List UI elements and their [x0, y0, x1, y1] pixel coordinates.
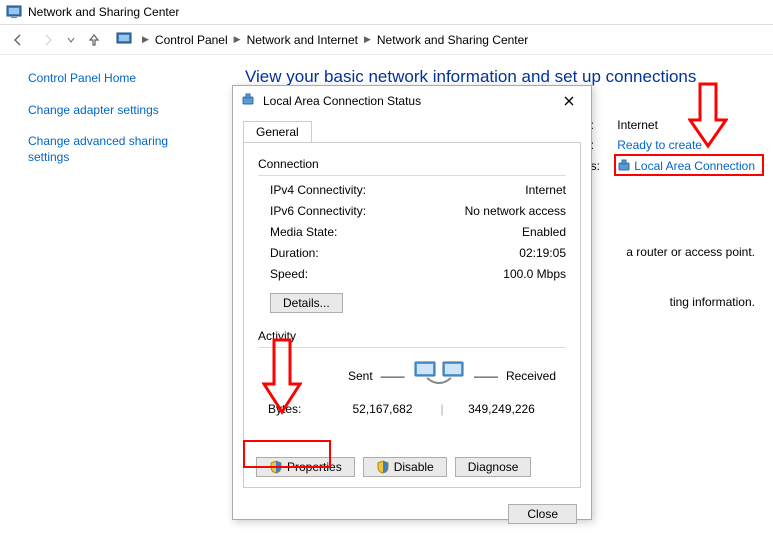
sidebar-item-adapter-settings[interactable]: Change adapter settings	[28, 103, 205, 119]
duration-value: 02:19:05	[519, 243, 566, 264]
details-button[interactable]: Details...	[270, 293, 343, 313]
duration-label: Duration:	[270, 243, 319, 264]
up-button[interactable]	[82, 28, 106, 52]
activity-group: Activity Sent —— —— Received	[256, 325, 568, 424]
activity-group-label: Activity	[258, 329, 566, 343]
window-title: Network and Sharing Center	[28, 5, 179, 19]
diagnose-button[interactable]: Diagnose	[455, 457, 532, 477]
breadcrumb[interactable]: ▶ Control Panel ▶ Network and Internet ▶…	[114, 28, 530, 52]
sent-bytes: 52,167,682	[328, 402, 437, 416]
dialog-titlebar: Local Area Connection Status	[233, 86, 591, 116]
network-center-icon	[116, 31, 134, 49]
connection-group-label: Connection	[258, 157, 566, 171]
back-button[interactable]	[6, 28, 30, 52]
callout-arrow-icon	[688, 82, 728, 150]
ipv4-label: IPv4 Connectivity:	[270, 180, 366, 201]
dialog-tabs: General	[233, 116, 591, 142]
callout-box	[243, 440, 331, 468]
close-icon[interactable]	[555, 89, 583, 113]
shield-icon	[376, 460, 390, 474]
speed-value: 100.0 Mbps	[503, 264, 566, 285]
text-snippet: a router or access point.	[626, 245, 755, 259]
disable-button[interactable]: Disable	[363, 457, 447, 477]
dialog-title: Local Area Connection Status	[263, 94, 555, 108]
sidebar-item-home[interactable]: Control Panel Home	[28, 71, 205, 87]
network-center-icon	[6, 4, 22, 20]
ipv6-label: IPv6 Connectivity:	[270, 201, 366, 222]
disable-button-label: Disable	[394, 460, 434, 474]
ipv4-value: Internet	[525, 180, 566, 201]
crumb-network-sharing[interactable]: Network and Sharing Center	[377, 33, 528, 47]
crumb-control-panel[interactable]: Control Panel	[155, 33, 228, 47]
callout-box	[614, 154, 764, 176]
media-state-label: Media State:	[270, 222, 337, 243]
callout-arrow-icon	[262, 338, 302, 416]
ipv6-value: No network access	[465, 201, 566, 222]
network-computers-icon	[413, 356, 466, 396]
close-button[interactable]: Close	[508, 504, 577, 524]
media-state-value: Enabled	[522, 222, 566, 243]
received-label: Received	[506, 369, 556, 383]
ethernet-icon	[241, 93, 257, 109]
nav-toolbar: ▶ Control Panel ▶ Network and Internet ▶…	[0, 25, 773, 55]
chevron-right-icon[interactable]: ▶	[358, 34, 377, 45]
tab-general[interactable]: General	[243, 121, 312, 143]
sidebar-item-advanced-sharing[interactable]: Change advanced sharing settings	[28, 134, 205, 165]
window-titlebar: Network and Sharing Center	[0, 0, 773, 25]
sidebar: Control Panel Home Change adapter settin…	[0, 55, 215, 548]
connection-group: Connection IPv4 Connectivity: Internet IP…	[256, 153, 568, 321]
access-type-value: Internet	[617, 115, 658, 135]
chevron-right-icon[interactable]: ▶	[228, 34, 247, 45]
chevron-right-icon[interactable]: ▶	[136, 34, 155, 45]
sent-label: Sent	[348, 369, 373, 383]
forward-button[interactable]	[36, 28, 60, 52]
speed-label: Speed:	[270, 264, 308, 285]
page-title: View your basic network information and …	[245, 67, 755, 87]
text-snippet-2: ting information.	[670, 295, 755, 309]
history-dropdown[interactable]	[66, 28, 76, 52]
crumb-network-internet[interactable]: Network and Internet	[247, 33, 358, 47]
received-bytes: 349,249,226	[447, 402, 556, 416]
